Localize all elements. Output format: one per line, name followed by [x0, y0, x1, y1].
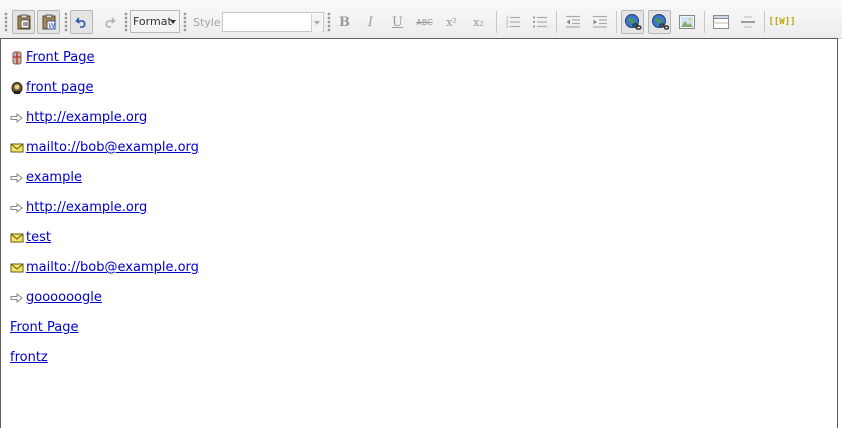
list-item: frontz [10, 350, 48, 366]
external-link[interactable]: http://example.org [26, 110, 147, 126]
indent-button[interactable] [588, 10, 611, 34]
outdent-button[interactable] [561, 10, 584, 34]
strikethrough-icon: ABC [416, 17, 433, 27]
toolbar-separator [764, 11, 765, 33]
toolbar-separator [556, 11, 557, 33]
list-item: mailto://bob@example.org [10, 140, 199, 156]
toolbar-grip[interactable] [327, 12, 331, 32]
superscript-icon: x² [446, 15, 457, 29]
toolbar-grip[interactable] [124, 12, 128, 32]
svg-text:W: W [48, 22, 55, 30]
list-item: Front Page [10, 50, 95, 66]
wiki-page-icon [10, 81, 24, 95]
strikethrough-button[interactable]: ABC [413, 10, 436, 34]
wiki-link-icon: [[W]] [768, 17, 796, 27]
paste-icon [16, 14, 32, 30]
email-icon [10, 141, 24, 155]
remove-link-button[interactable] [648, 10, 671, 34]
email-link[interactable]: mailto://bob@example.org [26, 260, 199, 276]
style-select[interactable] [222, 12, 324, 32]
bold-icon: B [339, 14, 350, 30]
numbered-list-icon: 123 [505, 15, 521, 29]
chevron-down-icon [170, 20, 176, 24]
redo-icon [102, 15, 116, 29]
wiki-link[interactable]: front page [26, 80, 94, 96]
list-item: test [10, 230, 51, 246]
external-link-icon [10, 171, 24, 185]
toolbar-grip[interactable] [183, 12, 187, 32]
insert-link-button[interactable] [621, 10, 644, 34]
editor-toolbar: W Format Style B I U ABC x² x₂ 1 2 3 [[W… [0, 0, 842, 39]
bold-button[interactable]: B [333, 10, 356, 34]
underline-button[interactable]: U [386, 10, 409, 34]
undo-button[interactable] [70, 10, 93, 34]
insert-image-icon [678, 15, 695, 29]
format-dropdown-label: Format [133, 15, 172, 28]
list-item: mailto://bob@example.org [10, 260, 199, 276]
list-item: http://example.org [10, 110, 147, 126]
paste-from-word-icon: W [41, 14, 57, 30]
insert-link-icon [624, 13, 642, 31]
external-link-icon [10, 111, 24, 125]
italic-button[interactable]: I [359, 10, 382, 34]
toolbar-grip[interactable] [64, 12, 68, 32]
subscript-icon: x₂ [473, 15, 484, 29]
external-link-icon [10, 291, 24, 305]
subscript-button[interactable]: x₂ [467, 10, 490, 34]
bulleted-list-icon [532, 15, 548, 29]
list-item: goooooogle [10, 290, 102, 306]
email-link[interactable]: test [26, 230, 51, 246]
chevron-down-icon [311, 14, 322, 32]
wiki-link[interactable]: Front Page [10, 320, 79, 336]
toolbar-grip[interactable] [4, 12, 8, 32]
external-link[interactable]: example [26, 170, 82, 186]
wiki-page-icon [10, 51, 24, 65]
undo-icon [74, 15, 89, 29]
email-icon [10, 261, 24, 275]
format-dropdown[interactable]: Format [130, 10, 180, 33]
superscript-button[interactable]: x² [440, 10, 463, 34]
insert-table-icon [712, 15, 729, 29]
indent-icon [592, 15, 608, 29]
list-item: http://example.org [10, 200, 147, 216]
wiki-link-button[interactable]: [[W]] [768, 10, 796, 34]
italic-icon: I [367, 14, 374, 30]
paste-from-word-button[interactable]: W [37, 10, 60, 34]
toolbar-separator [496, 11, 497, 33]
external-link[interactable]: goooooogle [26, 290, 102, 306]
insert-image-button[interactable] [675, 10, 698, 34]
numbered-list-button[interactable]: 123 [501, 10, 524, 34]
editor-content-area[interactable]: Front Page front page http://example.org… [0, 38, 838, 428]
toolbar-separator [704, 11, 705, 33]
insert-table-button[interactable] [709, 10, 732, 34]
horizontal-rule-icon [740, 15, 756, 29]
toolbar-separator [616, 11, 617, 33]
underline-icon: U [392, 14, 403, 30]
wiki-link[interactable]: Front Page [26, 50, 95, 66]
remove-link-icon [651, 13, 669, 31]
outdent-icon [565, 15, 581, 29]
external-link[interactable]: http://example.org [26, 200, 147, 216]
redo-button[interactable] [97, 10, 120, 34]
list-item: front page [10, 80, 94, 96]
list-item: example [10, 170, 82, 186]
paste-button[interactable] [12, 10, 35, 34]
style-label: Style [193, 15, 221, 29]
email-icon [10, 231, 24, 245]
email-link[interactable]: mailto://bob@example.org [26, 140, 199, 156]
wiki-link[interactable]: frontz [10, 350, 48, 366]
list-item: Front Page [10, 320, 79, 336]
horizontal-rule-button[interactable] [736, 10, 759, 34]
svg-text:3: 3 [506, 24, 509, 29]
external-link-icon [10, 201, 24, 215]
bulleted-list-button[interactable] [528, 10, 551, 34]
